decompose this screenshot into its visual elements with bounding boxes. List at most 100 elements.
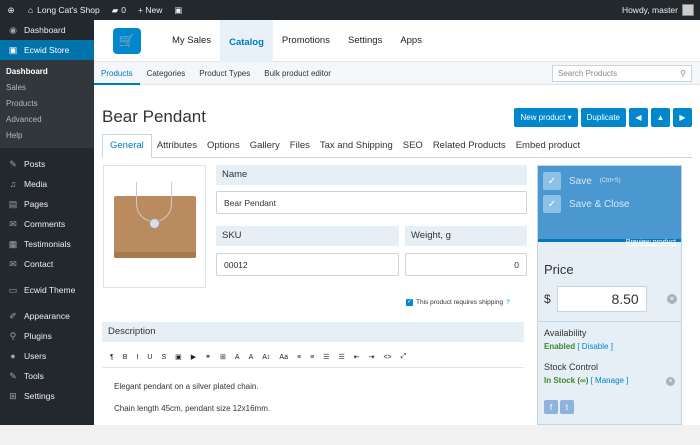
editor-tool-button[interactable]: A — [235, 354, 240, 361]
product-header: Bear Pendant New product ▾ Duplicate ◀ ▲… — [102, 105, 692, 129]
editor-tool-button[interactable]: ≡ — [297, 354, 301, 361]
account-menu[interactable]: Howdy, master — [616, 0, 700, 20]
tab-seo[interactable]: SEO — [398, 140, 428, 157]
tab-attributes[interactable]: Attributes — [152, 140, 202, 157]
checkbox-checked-icon: ✓ — [406, 299, 413, 306]
sidebar-item-label: Media — [24, 179, 48, 189]
sidebar-item-posts[interactable]: ✎ Posts — [0, 154, 94, 174]
description-label: Description — [102, 322, 524, 342]
price-input[interactable]: 8.50 — [556, 286, 647, 312]
editor-tool-button[interactable]: ⇥ — [369, 353, 375, 361]
price-row: $ 8.50 — [544, 286, 647, 312]
editor-toolbar: ¶ B I U S ▣ ▶ ⚭ ⊞ A A A↕ Aa ≡ ≡ ☰ ☰ ⇤ ⇥ <> ⤢ — [102, 347, 524, 367]
sidebar-item-appearance[interactable]: ✐ Appearance — [0, 306, 94, 326]
editor-tool-button[interactable]: ≡ — [310, 354, 314, 361]
sidebar-item-comments[interactable]: ✉ Comments — [0, 214, 94, 234]
sidebar-item-pages[interactable]: ▤ Pages — [0, 194, 94, 214]
sidebar-subitem-sales[interactable]: Sales — [0, 80, 94, 96]
editor-tool-button[interactable]: ¶ — [110, 354, 114, 361]
up-product-button[interactable]: ▲ — [651, 107, 670, 127]
editor-tool-button[interactable]: <> — [383, 354, 391, 361]
currency-symbol: $ — [544, 292, 551, 306]
sidebar-submenu: Dashboard Sales Products Advanced Help — [0, 60, 94, 148]
sku-field[interactable]: 00012 — [216, 253, 399, 276]
sidebar-item-settings[interactable]: ⊞ Settings — [0, 386, 94, 406]
editor-tool-button[interactable]: A — [249, 354, 254, 361]
sidebar-item-media[interactable]: ♫ Media — [0, 174, 94, 194]
save-button[interactable]: ✓ Save (Ctrl+S) — [543, 171, 676, 191]
site-name-link[interactable]: ⌂ Long Cat's Shop — [22, 0, 106, 20]
new-content-link[interactable]: + New — [132, 0, 168, 20]
new-product-button[interactable]: New product ▾ — [514, 107, 578, 127]
sidebar-item-label: Contact — [24, 259, 54, 269]
check-icon: ✓ — [543, 195, 561, 213]
description-line: Chain length 45cm, pendant size 12x16mm. — [114, 404, 271, 413]
editor-tool-button[interactable]: ▣ — [175, 353, 182, 361]
sidebar-item-plugins[interactable]: ⚲ Plugins — [0, 326, 94, 346]
tab-related-products[interactable]: Related Products — [428, 140, 511, 157]
tab-options[interactable]: Options — [202, 140, 245, 157]
prev-product-button[interactable]: ◀ — [629, 107, 648, 127]
tab-embed-product[interactable]: Embed product — [511, 140, 585, 157]
editor-tool-button[interactable]: Aa — [279, 354, 288, 361]
sidebar-subitem-dashboard[interactable]: Dashboard — [0, 64, 94, 80]
sidebar-subitem-help[interactable]: Help — [0, 128, 94, 144]
header-actions: New product ▾ Duplicate ◀ ▲ ▶ — [514, 107, 692, 127]
sidebar-item-dashboard[interactable]: ◉ Dashboard — [0, 20, 94, 40]
social-share: f t — [544, 400, 574, 414]
save-hint: (Ctrl+S) — [599, 178, 621, 184]
ecwid-bar-icon[interactable]: ▣ — [168, 0, 188, 20]
sidebar-item-ecwid-store[interactable]: ▣ Ecwid Store — [0, 40, 94, 60]
description-editor[interactable]: Elegant pendant on a silver plated chain… — [102, 367, 524, 445]
arrow-right-icon: ▶ — [679, 112, 686, 122]
tab-tax-and-shipping[interactable]: Tax and Shipping — [315, 140, 398, 157]
add-price-icon[interactable]: + — [667, 294, 677, 304]
disable-link[interactable]: [ Disable ] — [577, 342, 613, 351]
editor-tool-button[interactable]: S — [161, 354, 166, 361]
tab-gallery[interactable]: Gallery — [245, 140, 285, 157]
editor-tool-button[interactable]: I — [136, 354, 138, 361]
contact-icon: ✉ — [9, 258, 17, 269]
close-icon[interactable]: × — [666, 377, 675, 386]
name-field[interactable]: Bear Pendant — [216, 191, 527, 214]
editor-tool-button[interactable]: U — [147, 354, 152, 361]
check-icon: ✓ — [543, 172, 561, 190]
sidebar-item-tools[interactable]: ✎ Tools — [0, 366, 94, 386]
sidebar-item-label: Pages — [24, 199, 49, 209]
editor-tool-button[interactable]: ⇤ — [354, 353, 360, 361]
requires-shipping-checkbox[interactable]: ✓ This product requires shipping ? — [406, 299, 510, 306]
comments-link[interactable]: ▰ 0 — [106, 0, 132, 20]
duplicate-button[interactable]: Duplicate — [580, 107, 626, 127]
editor-tool-button[interactable]: ⤢ — [401, 353, 407, 361]
sidebar-item-contact[interactable]: ✉ Contact — [0, 254, 94, 274]
sidebar-item-ecwid-theme[interactable]: ▭ Ecwid Theme — [0, 280, 94, 300]
availability-status: Enabled — [544, 342, 576, 351]
editor-tool-button[interactable]: ▶ — [191, 353, 196, 361]
sidebar-item-label: Posts — [24, 159, 46, 169]
next-product-button[interactable]: ▶ — [673, 107, 692, 127]
help-icon[interactable]: ? — [506, 299, 510, 306]
twitter-icon[interactable]: t — [560, 400, 574, 414]
preview-product-link[interactable]: Preview product — [626, 239, 676, 246]
sidebar-subitem-advanced[interactable]: Advanced — [0, 112, 94, 128]
tab-files[interactable]: Files — [285, 140, 315, 157]
sidebar-item-users[interactable]: ● Users — [0, 346, 94, 366]
avatar — [682, 4, 694, 16]
save-close-button[interactable]: ✓ Save & Close — [543, 194, 676, 214]
editor-tool-button[interactable]: A↕ — [262, 354, 270, 361]
wordpress-logo-icon[interactable]: ⊕ — [0, 0, 22, 20]
tab-general[interactable]: General — [102, 134, 152, 158]
manage-link[interactable]: [ Manage ] — [591, 376, 629, 385]
product-image[interactable] — [103, 165, 206, 288]
comment-icon: ▰ — [111, 4, 119, 15]
sidebar-subitem-products[interactable]: Products — [0, 96, 94, 112]
sidebar-item-label: Settings — [24, 391, 55, 401]
editor-tool-button[interactable]: ⊞ — [220, 353, 226, 361]
weight-field[interactable]: 0 — [405, 253, 527, 276]
editor-tool-button[interactable]: ☰ — [338, 353, 344, 361]
editor-tool-button[interactable]: B — [123, 354, 128, 361]
facebook-icon[interactable]: f — [544, 400, 558, 414]
editor-tool-button[interactable]: ☰ — [323, 353, 329, 361]
editor-tool-button[interactable]: ⚭ — [205, 353, 211, 361]
sidebar-item-testimonials[interactable]: ▦ Testimonials — [0, 234, 94, 254]
